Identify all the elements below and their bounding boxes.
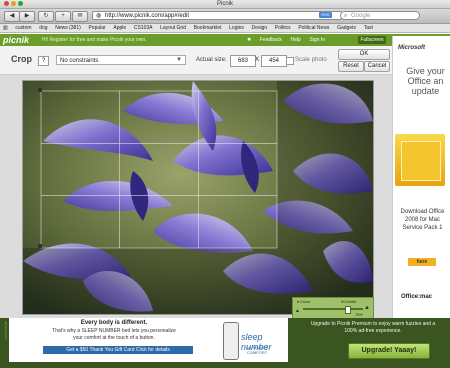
zoom-label-text: Zoom: [300, 299, 311, 304]
share-icon[interactable]: ✉: [72, 11, 88, 22]
constraints-select[interactable]: No constraints: [56, 55, 186, 65]
search-icon: ⌕: [344, 13, 348, 19]
chevron-down-icon[interactable]: ▼: [176, 55, 182, 65]
bookmark-item[interactable]: custom: [15, 24, 31, 32]
scale-photo-checkbox[interactable]: [286, 57, 294, 65]
picnik-header: picnik Hi! Register for free and make Pi…: [0, 34, 450, 46]
url-text: http://www.picnik.com/app#/edit: [105, 13, 190, 19]
scale-photo-label: Scale photo: [295, 57, 327, 63]
window-title-bar: Picnik: [0, 0, 450, 9]
zoom-percent: 78%: [355, 312, 364, 317]
reset-button[interactable]: Reset: [338, 61, 364, 72]
register-promo[interactable]: Hi! Register for free and make Picnik yo…: [42, 34, 147, 46]
crop-title: Crop: [11, 54, 32, 64]
traffic-lights[interactable]: [4, 1, 25, 9]
premium-promo: Upgrade to Picnik Premium to enjoy warm …: [310, 321, 436, 334]
actual-size-label: Actual size:: [196, 57, 227, 63]
bookmark-item[interactable]: CS103A: [134, 24, 153, 32]
search-placeholder: Google: [351, 13, 371, 19]
crop-handle-top-left[interactable]: [38, 88, 42, 92]
crop-handle-bottom-left[interactable]: [38, 244, 42, 248]
help-button[interactable]: ?: [38, 56, 49, 66]
crop-toolbar: Crop ? No constraints ▼ Actual size: 683…: [0, 46, 392, 75]
bookmark-item[interactable]: Logins: [229, 24, 244, 32]
bookmark-item[interactable]: Design: [252, 24, 268, 32]
picnik-logo[interactable]: picnik: [3, 34, 29, 46]
add-bookmark-icon[interactable]: +: [55, 11, 71, 22]
bookmark-item[interactable]: Tast: [364, 24, 373, 32]
zoom-panel: ▾ Zoom 902x668 ▲ ▲ 78%: [292, 297, 374, 320]
bookmark-item[interactable]: Apple: [113, 24, 126, 32]
zoom-label: ▾ Zoom: [297, 299, 311, 304]
microsoft-logo: Microsoft: [398, 45, 425, 51]
bookmark-item[interactable]: Political News: [298, 24, 329, 32]
star-icon[interactable]: ✸: [247, 37, 251, 43]
nav-help[interactable]: Help: [291, 37, 301, 43]
window-title: Picnik: [216, 1, 233, 7]
zoom-in-icon[interactable]: ▲: [364, 305, 370, 311]
remote-image: [223, 322, 239, 360]
office-box-image: [395, 134, 445, 186]
nav-sign-in[interactable]: Sign In: [309, 37, 325, 43]
sleep-number-logo-sub: by SELECT COMFORT: [247, 345, 268, 355]
ok-button[interactable]: OK: [338, 49, 390, 60]
globe-icon: ◍: [96, 13, 102, 19]
width-input[interactable]: 683: [230, 55, 256, 67]
close-window-icon[interactable]: [4, 1, 9, 6]
height-input[interactable]: 454: [261, 55, 287, 67]
office-box-face: [401, 141, 441, 181]
sleep-number-ad[interactable]: Every body is different. That's why a SL…: [9, 318, 288, 362]
bookmark-item[interactable]: Politics: [275, 24, 291, 32]
forward-icon[interactable]: ▶: [19, 11, 35, 22]
bookmark-item[interactable]: Popular: [88, 24, 105, 32]
zoom-out-icon[interactable]: ▲: [295, 309, 300, 314]
sleep-body-1: That's why a SLEEP NUMBER bed lets you p…: [52, 328, 176, 334]
upgrade-button[interactable]: Upgrade! Yaaay!: [348, 343, 430, 359]
bookmark-item[interactable]: Bookmarklet: [194, 24, 222, 32]
microsoft-ad[interactable]: Microsoft Give your Office an update Dow…: [392, 36, 450, 318]
zoom-slider[interactable]: [303, 308, 363, 310]
here-button[interactable]: here: [408, 258, 436, 266]
fullscreen-button[interactable]: Fullscreen: [358, 36, 386, 44]
photo-canvas[interactable]: [22, 80, 374, 315]
bookmark-item[interactable]: News (381): [55, 24, 81, 32]
ad-headline: Give your Office an update: [406, 66, 445, 96]
office-mac-logo: Office:mac: [401, 294, 433, 300]
search-field[interactable]: ⌕ Google: [340, 11, 420, 20]
nav-feedback[interactable]: Feedback: [260, 37, 282, 43]
bookmark-item[interactable]: dog: [39, 24, 47, 32]
browser-toolbar: ◀ ▶ ↻ + ✉ ◍ http://www.picnik.com/app#/e…: [0, 9, 450, 24]
cancel-button[interactable]: Cancel: [364, 61, 390, 72]
bookmark-item[interactable]: Layout Grid: [160, 24, 186, 32]
advertisement-label: advertisement: [4, 321, 8, 340]
sleep-body-2: your comfort at the touch of a button.: [73, 335, 155, 341]
times-label: X: [255, 57, 260, 63]
hyacinth-photo: [23, 81, 373, 314]
bookmark-item[interactable]: Gadgets: [337, 24, 356, 32]
bookmarks-icon[interactable]: ▥: [3, 24, 8, 32]
rss-icon[interactable]: RSS: [319, 12, 332, 18]
sleep-headline: Every body is different.: [80, 320, 148, 326]
zoom-dimensions: 902x668: [341, 299, 357, 304]
bookmarks-bar: ▥ custom dog News (381) Popular Apple CS…: [0, 24, 450, 33]
minimize-window-icon[interactable]: [11, 1, 16, 6]
download-text: Download Office 2008 for Mac Service Pac…: [400, 209, 445, 231]
header-nav: ✸ Feedback Help Sign In: [247, 34, 332, 46]
bottom-ad-bar: advertisement Every body is different. T…: [0, 318, 450, 368]
back-icon[interactable]: ◀: [4, 11, 20, 22]
url-field[interactable]: ◍ http://www.picnik.com/app#/edit: [92, 11, 342, 20]
zoom-slider-knob[interactable]: [345, 306, 351, 314]
gift-card-button[interactable]: Get a $50 Thank You Gift Card Click for …: [43, 346, 193, 354]
zoom-window-icon[interactable]: [18, 1, 23, 6]
reload-icon[interactable]: ↻: [38, 11, 54, 22]
